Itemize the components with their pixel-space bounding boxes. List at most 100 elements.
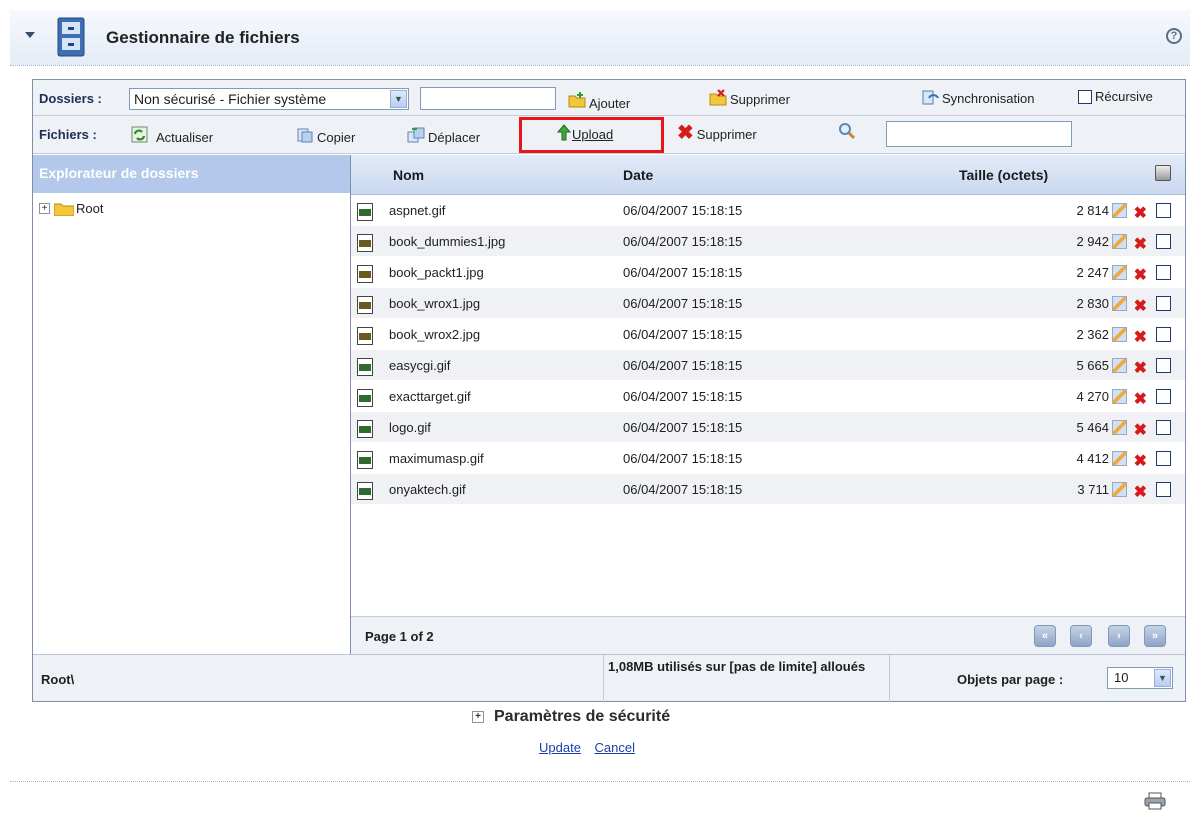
delete-icon[interactable]: ✖ — [1134, 389, 1147, 409]
table-row[interactable]: maximumasp.gif 06/04/2007 15:18:15 4 412 ✖ — [351, 443, 1185, 474]
refresh-button[interactable]: Actualiser — [131, 124, 213, 145]
recursive-checkbox[interactable]: Récursive — [1078, 89, 1153, 104]
delete-icon[interactable]: ✖ — [1134, 234, 1147, 254]
delete-icon[interactable]: ✖ — [1134, 203, 1147, 223]
file-date: 06/04/2007 15:18:15 — [623, 265, 743, 280]
prev-page-icon[interactable]: ‹ — [1070, 625, 1092, 647]
edit-icon[interactable] — [1112, 327, 1127, 342]
files-label: Fichiers : — [39, 127, 97, 142]
folder-name-input[interactable] — [420, 87, 556, 110]
next-page-icon[interactable]: › — [1108, 625, 1130, 647]
edit-icon[interactable] — [1112, 451, 1127, 466]
row-checkbox[interactable] — [1156, 451, 1171, 466]
jpg-file-icon — [357, 265, 373, 283]
table-row[interactable]: onyaktech.gif 06/04/2007 15:18:15 3 711 ✖ — [351, 474, 1185, 505]
copy-button[interactable]: Copier — [296, 124, 355, 145]
security-settings[interactable]: + Paramètres de sécurité — [472, 708, 670, 726]
chevron-down-icon[interactable]: ▼ — [390, 90, 407, 108]
move-icon — [407, 126, 425, 144]
expand-icon[interactable]: + — [39, 203, 50, 214]
select-all-icon[interactable] — [1155, 165, 1171, 181]
delete-icon[interactable]: ✖ — [1134, 482, 1147, 502]
jpg-file-icon — [357, 234, 373, 252]
row-checkbox[interactable] — [1156, 296, 1171, 311]
file-name[interactable]: maximumasp.gif — [389, 451, 484, 466]
move-button[interactable]: Déplacer — [407, 124, 480, 145]
column-name[interactable]: Nom — [393, 167, 424, 183]
module-header: Gestionnaire de fichiers ? — [10, 10, 1190, 66]
delete-icon[interactable]: ✖ — [1134, 327, 1147, 347]
file-name[interactable]: logo.gif — [389, 420, 431, 435]
tree-item-root[interactable]: + Root — [39, 201, 103, 216]
file-size: 4 412 — [1076, 451, 1109, 466]
items-per-page-value: 10 — [1114, 670, 1129, 685]
folders-label: Dossiers : — [39, 91, 102, 106]
edit-icon[interactable] — [1112, 203, 1127, 218]
file-date: 06/04/2007 15:18:15 — [623, 327, 743, 342]
table-row[interactable]: logo.gif 06/04/2007 15:18:15 5 464 ✖ — [351, 412, 1185, 443]
delete-files-button[interactable]: ✖ Supprimer — [677, 123, 757, 143]
row-checkbox[interactable] — [1156, 482, 1171, 497]
first-page-icon[interactable]: « — [1034, 625, 1056, 647]
column-date[interactable]: Date — [623, 167, 653, 183]
file-name[interactable]: book_dummies1.jpg — [389, 234, 505, 249]
edit-icon[interactable] — [1112, 420, 1127, 435]
table-row[interactable]: book_wrox2.jpg 06/04/2007 15:18:15 2 362 ✖ — [351, 319, 1185, 350]
row-checkbox[interactable] — [1156, 358, 1171, 373]
collapse-icon[interactable] — [25, 32, 35, 38]
file-name[interactable]: book_wrox1.jpg — [389, 296, 480, 311]
file-name[interactable]: book_wrox2.jpg — [389, 327, 480, 342]
file-date: 06/04/2007 15:18:15 — [623, 296, 743, 311]
file-name[interactable]: exacttarget.gif — [389, 389, 471, 404]
search-icon[interactable] — [838, 122, 856, 140]
add-folder-button[interactable]: Ajouter — [568, 88, 630, 111]
column-size[interactable]: Taille (octets) — [959, 167, 1048, 183]
chevron-down-icon[interactable]: ▼ — [1154, 669, 1171, 687]
move-label: Déplacer — [428, 130, 481, 145]
table-row[interactable]: book_packt1.jpg 06/04/2007 15:18:15 2 247 ✖ — [351, 257, 1185, 288]
help-icon[interactable]: ? — [1166, 28, 1182, 44]
edit-icon[interactable] — [1112, 265, 1127, 280]
expand-icon[interactable]: + — [472, 711, 484, 723]
edit-icon[interactable] — [1112, 234, 1127, 249]
file-cabinet-icon — [54, 16, 94, 63]
cancel-link[interactable]: Cancel — [595, 740, 635, 755]
jpg-file-icon — [357, 296, 373, 314]
delete-icon[interactable]: ✖ — [1134, 296, 1147, 316]
row-checkbox[interactable] — [1156, 389, 1171, 404]
folder-select[interactable]: Non sécurisé - Fichier système ▼ — [129, 88, 409, 110]
recursive-checkbox-box[interactable] — [1078, 89, 1092, 104]
table-row[interactable]: aspnet.gif 06/04/2007 15:18:15 2 814 ✖ — [351, 195, 1185, 226]
print-icon[interactable] — [1144, 792, 1166, 810]
row-checkbox[interactable] — [1156, 203, 1171, 218]
items-per-page-select[interactable]: 10 ▼ — [1107, 667, 1173, 689]
edit-icon[interactable] — [1112, 296, 1127, 311]
delete-icon[interactable]: ✖ — [1134, 451, 1147, 471]
file-name[interactable]: aspnet.gif — [389, 203, 445, 218]
table-row[interactable]: exacttarget.gif 06/04/2007 15:18:15 4 270 ✖ — [351, 381, 1185, 412]
row-checkbox[interactable] — [1156, 265, 1171, 280]
row-checkbox[interactable] — [1156, 420, 1171, 435]
edit-icon[interactable] — [1112, 358, 1127, 373]
file-size: 2 814 — [1076, 203, 1109, 218]
delete-icon[interactable]: ✖ — [1134, 420, 1147, 440]
file-name[interactable]: easycgi.gif — [389, 358, 450, 373]
table-row[interactable]: book_dummies1.jpg 06/04/2007 15:18:15 2 94… — [351, 226, 1185, 257]
edit-icon[interactable] — [1112, 482, 1127, 497]
add-folder-icon — [568, 91, 586, 109]
delete-folder-button[interactable]: Supprimer — [709, 88, 790, 107]
file-name[interactable]: book_packt1.jpg — [389, 265, 484, 280]
folder-icon — [53, 202, 75, 216]
edit-icon[interactable] — [1112, 389, 1127, 404]
sync-button[interactable]: Synchronisation — [921, 89, 1035, 107]
table-row[interactable]: book_wrox1.jpg 06/04/2007 15:18:15 2 830 ✖ — [351, 288, 1185, 319]
search-input[interactable] — [886, 121, 1072, 147]
last-page-icon[interactable]: » — [1144, 625, 1166, 647]
file-name[interactable]: onyaktech.gif — [389, 482, 466, 497]
delete-icon[interactable]: ✖ — [1134, 358, 1147, 378]
row-checkbox[interactable] — [1156, 327, 1171, 342]
table-row[interactable]: easycgi.gif 06/04/2007 15:18:15 5 665 ✖ — [351, 350, 1185, 381]
delete-icon[interactable]: ✖ — [1134, 265, 1147, 285]
row-checkbox[interactable] — [1156, 234, 1171, 249]
update-link[interactable]: Update — [539, 740, 581, 755]
